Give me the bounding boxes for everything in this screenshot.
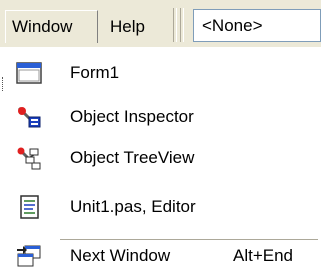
menu-bar: Window Help <None> bbox=[0, 0, 321, 47]
component-combo[interactable]: <None> bbox=[193, 9, 321, 42]
menu-item-shortcut: Alt+End bbox=[233, 246, 294, 265]
menu-item-object-inspector[interactable]: Object Inspector bbox=[0, 98, 321, 136]
next-window-icon bbox=[16, 244, 42, 268]
unit-editor-icon bbox=[16, 195, 42, 219]
menu-item-label: Unit1.pas, Editor bbox=[70, 197, 196, 216]
menu-item-unit-editor[interactable]: Unit1.pas, Editor bbox=[0, 188, 321, 226]
window-menu-dropdown: Form1 Object Inspector Object TreeView U… bbox=[0, 47, 321, 269]
toolbar-separator bbox=[173, 8, 177, 42]
menu-item-label: Object TreeView bbox=[70, 148, 195, 167]
object-inspector-icon bbox=[16, 105, 42, 129]
menu-item-label: Form1 bbox=[70, 63, 120, 82]
menu-window[interactable]: Window bbox=[5, 10, 98, 43]
menu-item-object-treeview[interactable]: Object TreeView bbox=[0, 139, 321, 177]
menu-item-next-window[interactable]: Next Window Alt+End bbox=[0, 237, 321, 269]
toolbar-grip[interactable] bbox=[180, 8, 184, 42]
menu-help[interactable]: Help bbox=[110, 11, 145, 43]
menu-item-form1[interactable]: Form1 bbox=[0, 54, 321, 92]
screen: Window Help <None> Form1 Object Inspecto… bbox=[0, 0, 321, 269]
form-window-icon bbox=[16, 61, 42, 85]
menu-item-label: Next Window bbox=[70, 246, 171, 265]
object-treeview-icon bbox=[16, 146, 42, 170]
menu-item-label: Object Inspector bbox=[70, 107, 194, 126]
